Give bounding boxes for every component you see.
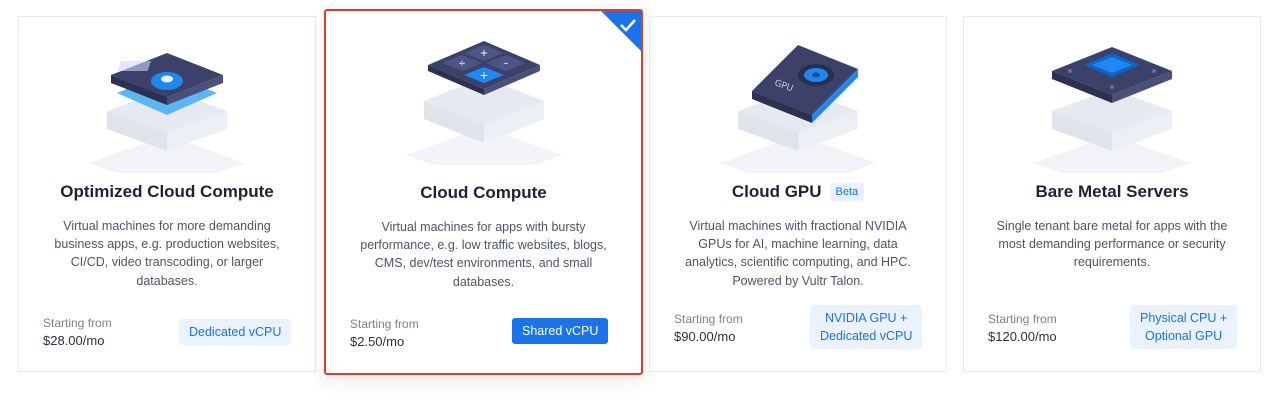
cpu-type-tag: NVIDIA GPU + Dedicated vCPU [810,305,923,349]
plan-card-cloud-compute[interactable]: + – ÷ + Cloud Compute Virtual machines f… [324,9,643,375]
price-block: Starting from $120.00/mo [988,311,1057,345]
tag-line: Physical CPU + [1140,311,1228,325]
cpu-type-tag: Shared vCPU [512,318,609,344]
price-value: $90.00/mo [674,329,736,344]
cloud-compute-illustration: + – ÷ + [326,15,641,165]
card-description: Virtual machines for apps with bursty pe… [360,220,607,289]
tag-line: Dedicated vCPU [820,329,913,343]
card-title: Optimized Cloud Compute [60,182,274,201]
card-title: Cloud Compute [420,183,547,202]
plan-card-bare-metal[interactable]: Bare Metal Servers Single tenant bare me… [963,16,1261,372]
optimized-server-illustration [19,23,315,173]
svg-text:–: – [503,58,508,69]
price-block: Starting from $28.00/mo [43,315,112,349]
card-description: Virtual machines with fractional NVIDIA … [685,219,911,288]
card-title: Bare Metal Servers [1035,182,1189,201]
plan-card-cloud-gpu[interactable]: GPU Cloud GPU Beta Virtual machines with… [649,16,947,372]
price-value: $2.50/mo [350,334,405,349]
card-description: Virtual machines for more demanding busi… [54,219,280,288]
starting-from-label: Starting from [674,312,743,326]
starting-from-label: Starting from [350,317,419,331]
cpu-type-tag: Physical CPU + Optional GPU [1130,305,1238,349]
starting-from-label: Starting from [988,312,1057,326]
price-block: Starting from $90.00/mo [674,311,743,345]
beta-badge: Beta [829,183,865,201]
tag-line: Optional GPU [1145,329,1223,343]
starting-from-label: Starting from [43,316,112,330]
svg-text:+: + [479,48,487,59]
price-value: $28.00/mo [43,333,105,348]
svg-text:÷: ÷ [458,59,466,69]
bare-metal-illustration [964,23,1260,173]
card-title: Cloud GPU Beta [650,182,946,202]
tag-line: NVIDIA GPU + [825,311,908,325]
cpu-type-tag: Dedicated vCPU [179,319,292,345]
price-block: Starting from $2.50/mo [350,316,419,350]
price-value: $120.00/mo [988,329,1057,344]
svg-text:+: + [479,69,488,82]
card-description: Single tenant bare metal for apps with t… [996,219,1228,270]
gpu-server-illustration: GPU [650,23,946,173]
plan-card-optimized-cloud-compute[interactable]: Optimized Cloud Compute Virtual machines… [18,16,316,372]
